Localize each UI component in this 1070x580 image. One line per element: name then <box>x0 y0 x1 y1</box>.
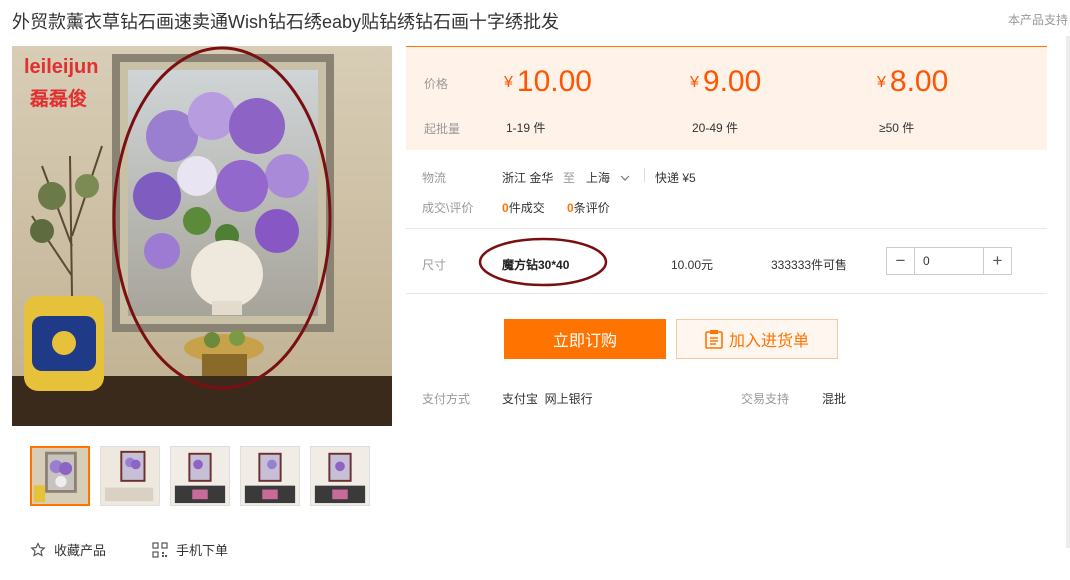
annotation-ellipse <box>478 237 608 287</box>
qty-tier-3: ≥50 件 <box>879 121 915 135</box>
batch-label: 起批量 <box>424 122 461 136</box>
product-actions: 收藏产品 手机下单 <box>30 540 228 559</box>
thumbnail-4[interactable] <box>240 446 300 506</box>
chevron-down-icon <box>620 175 630 181</box>
quantity-stepper: − 0 + <box>886 247 1012 275</box>
add-to-cart-label: 加入进货单 <box>728 333 809 350</box>
sku-stock: 333333件可售 <box>771 258 848 272</box>
qty-tier-2: 20-49 件 <box>692 121 739 135</box>
main-product-image[interactable]: leileijun 磊磊俊 <box>12 46 392 426</box>
support-label: 本产品支持 <box>1007 13 1068 27</box>
payment-methods: 支付宝 网上银行 <box>502 392 593 406</box>
price-panel: 价格 起批量 ¥10.00 ¥9.00 ¥8.00 1-19 件 20-49 件… <box>406 46 1047 150</box>
buy-now-button[interactable]: 立即订购 <box>504 319 666 359</box>
trade-support-value: 混批 <box>822 392 847 406</box>
price-tier-1: ¥10.00 <box>504 65 592 98</box>
add-to-cart-button[interactable]: 加入进货单 <box>676 319 838 359</box>
price-tier-2: ¥9.00 <box>690 65 762 98</box>
destination-select[interactable]: 上海 <box>586 169 630 186</box>
thumbnail-2[interactable] <box>100 446 160 506</box>
favorite-label: 收藏产品 <box>54 543 107 558</box>
qty-tier-1: 1-19 件 <box>506 121 546 135</box>
express-fee: 快递 ¥5 <box>655 171 696 185</box>
watermark-en: leileijun <box>24 56 99 78</box>
thumbnail-5[interactable] <box>310 446 370 506</box>
price-label: 价格 <box>424 77 449 91</box>
qr-code-icon <box>152 541 168 558</box>
divider-1 <box>406 228 1047 229</box>
thumbnail-1[interactable] <box>30 446 90 506</box>
mobile-order-button[interactable]: 手机下单 <box>152 540 228 559</box>
divider-2 <box>406 293 1047 294</box>
quantity-input[interactable]: 0 <box>915 248 983 274</box>
mobile-order-label: 手机下单 <box>176 543 229 558</box>
ship-from: 浙江 金华 <box>502 171 554 185</box>
star-icon <box>30 541 46 557</box>
logistics-divider <box>644 168 645 182</box>
scrollbar-track[interactable] <box>1066 36 1070 548</box>
size-label: 尺寸 <box>422 258 447 272</box>
trade-support-label: 交易支持 <box>741 392 790 406</box>
logistics-label: 物流 <box>422 171 447 185</box>
sku-price: 10.00元 <box>671 258 714 272</box>
sold-count[interactable]: 0件成交 <box>502 199 545 216</box>
favorite-product-button[interactable]: 收藏产品 <box>30 540 106 559</box>
payment-label: 支付方式 <box>422 392 471 406</box>
watermark-cn: 磊磊俊 <box>30 89 88 110</box>
clipboard-icon <box>705 330 723 349</box>
ship-to-word: 至 <box>563 171 576 185</box>
decrease-quantity-button[interactable]: − <box>887 248 915 274</box>
deals-label: 成交\评价 <box>422 201 474 215</box>
destination-value: 上海 <box>586 171 611 185</box>
increase-quantity-button[interactable]: + <box>983 248 1011 274</box>
page-title: 外贸款薰衣草钻石画速卖通Wish钻石绣eaby贴钻绣钻石画十字绣批发 <box>12 12 560 32</box>
review-count[interactable]: 0条评价 <box>567 199 610 216</box>
thumbnail-3[interactable] <box>170 446 230 506</box>
price-tier-3: ¥8.00 <box>877 65 949 98</box>
thumbnail-strip <box>30 446 370 506</box>
